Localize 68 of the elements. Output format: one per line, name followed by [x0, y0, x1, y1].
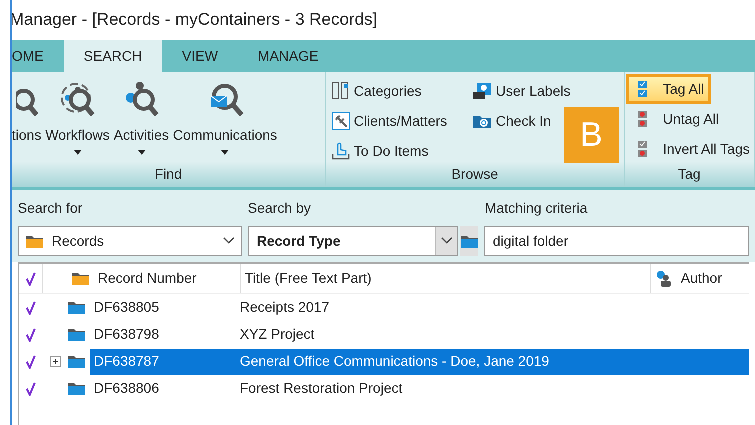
chevron-down-icon — [440, 237, 452, 245]
gavel-icon — [332, 112, 350, 130]
email-folder-icon — [472, 113, 492, 129]
ribbon-tab[interactable]: OME — [12, 40, 64, 72]
group-label: Tag — [678, 164, 701, 184]
column-header[interactable]: Title (Free Text Part) — [245, 268, 372, 289]
ribbon-button[interactable]: Tag All — [629, 77, 708, 101]
table-cell-text: XYZ Project — [240, 325, 315, 344]
field-label: Search for — [18, 199, 84, 218]
search-for-dropdown[interactable]: Records — [18, 226, 242, 256]
table-cell-text: Receipts 2017 — [240, 298, 330, 317]
cross-boxes-icon — [637, 110, 650, 128]
ribbon-button[interactable]: Activities — [112, 80, 172, 155]
tag-check-icon[interactable] — [26, 354, 36, 368]
caret-icon — [74, 150, 82, 155]
ribbon-button[interactable]: Invert All Tags — [629, 137, 754, 161]
table-row[interactable]: DF638805 Receipts 2017 — [90, 294, 749, 320]
caret-icon — [221, 150, 230, 155]
mixed-boxes-icon — [637, 140, 650, 158]
table-row[interactable]: DF638798 XYZ Project — [90, 322, 749, 348]
folder-icon — [67, 381, 86, 396]
folder-icon — [460, 234, 478, 248]
table-cell-text: DF638806 — [93, 379, 160, 398]
column-header[interactable]: Record Number — [98, 268, 197, 289]
folder-icon — [67, 300, 86, 315]
ribbon-button[interactable]: Check In — [472, 110, 552, 132]
tag-check-icon[interactable] — [26, 382, 36, 396]
ribbon-button[interactable]: Categories — [332, 80, 422, 102]
folder-icon — [67, 354, 86, 369]
table-cell-text: General Office Communications - Doe, Jane 2019 — [240, 352, 550, 371]
ribbon-tab[interactable]: VIEW — [162, 40, 238, 72]
user-card-icon — [472, 82, 492, 100]
caret-icon — [138, 150, 146, 155]
ribbon-button[interactable]: Communications — [171, 80, 280, 155]
ribbon-button[interactable]: User Labels — [472, 80, 571, 102]
tag-check-icon[interactable] — [26, 328, 36, 342]
columns-icon — [332, 82, 350, 100]
folder-icon — [67, 327, 86, 342]
field-label: Matching criteria — [485, 199, 588, 218]
ribbon-button[interactable]: Workflows — [44, 80, 112, 155]
group-label: Browse — [452, 165, 498, 184]
ribbon-button[interactable]: Untag All — [629, 107, 724, 131]
chevron-down-icon — [223, 237, 235, 245]
table-row[interactable]: DF638806 Forest Restoration Project — [90, 376, 749, 402]
hand-tray-icon — [332, 142, 350, 160]
matching-criteria-field[interactable]: digital folder — [484, 226, 749, 256]
column-header[interactable]: Author — [681, 268, 722, 289]
table-cell-text: DF638787 — [93, 352, 160, 371]
folder-button[interactable] — [460, 226, 478, 256]
tag-check-icon[interactable] — [26, 300, 36, 314]
table-cell-text: DF638805 — [93, 298, 160, 317]
tag-check-icon[interactable] — [26, 272, 36, 286]
checked-boxes-icon — [637, 80, 650, 98]
ribbon-button[interactable]: To Do Items — [332, 140, 429, 162]
ribbon-tab[interactable]: MANAGE — [238, 40, 339, 72]
ribbon-button[interactable]: tions — [12, 80, 44, 144]
folder-icon — [71, 271, 90, 286]
field-label: Search by — [248, 199, 312, 218]
folder-icon — [25, 234, 44, 248]
table-cell-text: DF638798 — [93, 325, 160, 344]
ribbon-button[interactable]: Clients/Matters — [332, 110, 448, 132]
table-cell-text: Forest Restoration Project — [240, 379, 403, 398]
group-label: Find — [154, 164, 182, 184]
ribbon-tab[interactable]: SEARCH — [64, 40, 162, 72]
table-row[interactable]: DF638787 General Office Communications - Doe, Jane 2019 — [90, 348, 749, 374]
search-by-dropdown[interactable]: Record Type — [248, 226, 458, 256]
callout-badge: B — [564, 107, 619, 163]
expand-icon[interactable] — [50, 356, 60, 367]
